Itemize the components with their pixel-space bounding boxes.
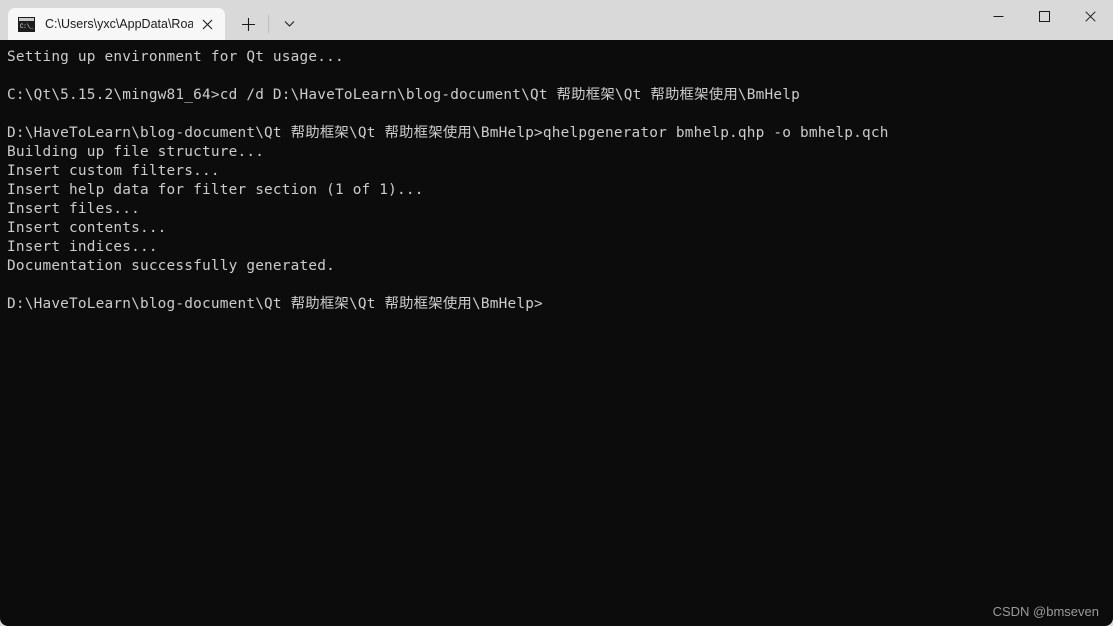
close-button[interactable] bbox=[1067, 0, 1113, 33]
tab-title: C:\Users\yxc\AppData\Roamin bbox=[45, 17, 193, 31]
terminal-line: Insert files... bbox=[7, 201, 140, 217]
tab-dropdown-button[interactable] bbox=[272, 9, 306, 39]
terminal-line: Building up file structure... bbox=[7, 144, 265, 160]
terminal-line: Insert contents... bbox=[7, 220, 167, 236]
tab-active[interactable]: C:\_ C:\Users\yxc\AppData\Roamin bbox=[8, 8, 225, 40]
terminal-pane[interactable]: Setting up environment for Qt usage... C… bbox=[0, 40, 1113, 626]
terminal-line: C:\Qt\5.15.2\mingw81_64>cd /d D:\HaveToL… bbox=[7, 87, 800, 103]
window-controls bbox=[975, 0, 1113, 33]
new-tab-group bbox=[231, 8, 306, 40]
title-bar[interactable]: C:\_ C:\Users\yxc\AppData\Roamin bbox=[0, 0, 1113, 40]
cmd-console-icon: C:\_ bbox=[18, 16, 35, 32]
terminal-line: D:\HaveToLearn\blog-document\Qt 帮助框架\Qt … bbox=[7, 296, 543, 312]
minimize-button[interactable] bbox=[975, 0, 1021, 33]
maximize-button[interactable] bbox=[1021, 0, 1067, 33]
cmd-console-icon-glyph: C:\_ bbox=[19, 21, 34, 31]
tab-strip: C:\_ C:\Users\yxc\AppData\Roamin bbox=[0, 0, 306, 40]
terminal-output: Setting up environment for Qt usage... C… bbox=[7, 48, 1113, 314]
terminal-window: C:\_ C:\Users\yxc\AppData\Roamin bbox=[0, 0, 1113, 626]
watermark-label: CSDN @bmseven bbox=[992, 604, 1099, 619]
tab-close-button[interactable] bbox=[193, 10, 221, 38]
terminal-line: D:\HaveToLearn\blog-document\Qt 帮助框架\Qt … bbox=[7, 125, 889, 141]
terminal-line: Insert custom filters... bbox=[7, 163, 220, 179]
new-tab-button[interactable] bbox=[231, 9, 265, 39]
terminal-line: Insert indices... bbox=[7, 239, 158, 255]
terminal-line: Documentation successfully generated. bbox=[7, 258, 335, 274]
terminal-line: Insert help data for filter section (1 o… bbox=[7, 182, 424, 198]
toolbar-divider bbox=[268, 15, 269, 33]
terminal-line: Setting up environment for Qt usage... bbox=[7, 49, 344, 65]
